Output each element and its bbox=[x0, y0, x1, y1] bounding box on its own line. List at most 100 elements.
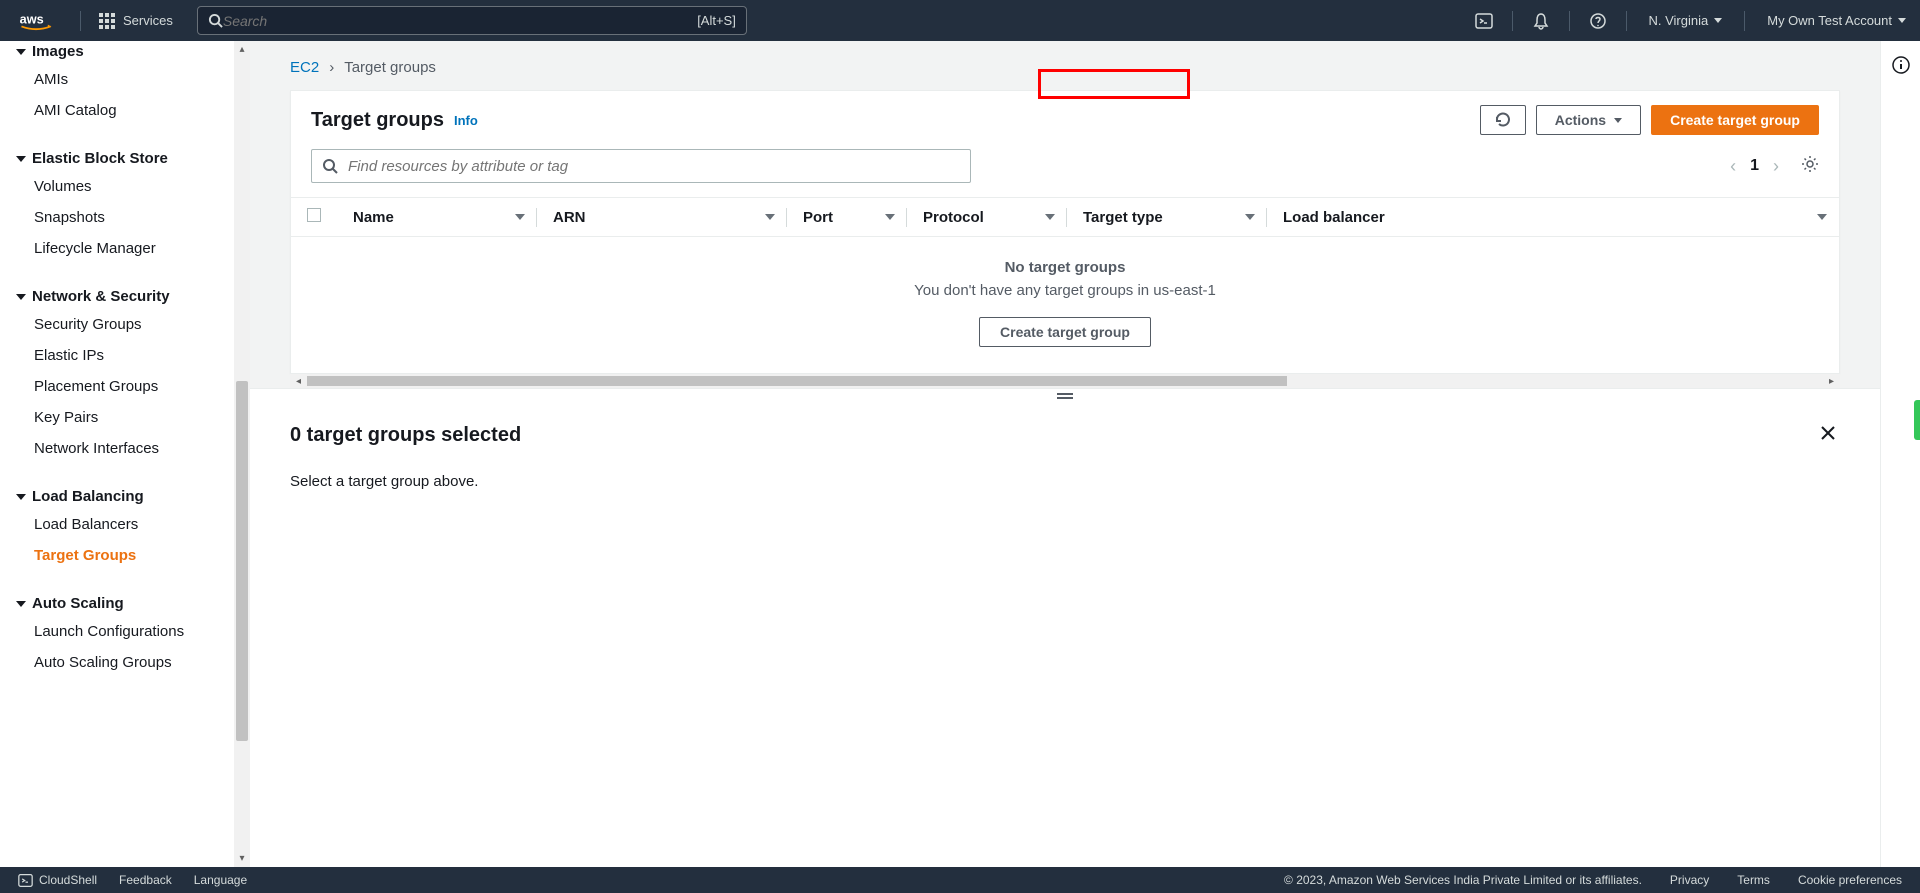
sidebar-section-load-balancing[interactable]: Load Balancing bbox=[0, 478, 250, 509]
sidebar-section-ebs[interactable]: Elastic Block Store bbox=[0, 140, 250, 171]
scroll-up-arrow[interactable]: ▴ bbox=[234, 41, 250, 58]
empty-create-button[interactable]: Create target group bbox=[979, 317, 1151, 347]
search-input[interactable] bbox=[223, 13, 697, 29]
col-load-balancer[interactable]: Load balancer bbox=[1267, 198, 1839, 237]
sidebar-item-launch-configurations[interactable]: Launch Configurations bbox=[0, 616, 250, 647]
sidebar-item-amis[interactable]: AMIs bbox=[0, 64, 250, 95]
sidebar-item-snapshots[interactable]: Snapshots bbox=[0, 202, 250, 233]
sidebar-section-network[interactable]: Network & Security bbox=[0, 278, 250, 309]
drag-handle-icon bbox=[1057, 393, 1073, 395]
col-port[interactable]: Port bbox=[787, 198, 907, 237]
info-icon bbox=[1891, 55, 1911, 75]
divider bbox=[1744, 11, 1745, 31]
info-button[interactable] bbox=[1891, 55, 1911, 80]
main-content: EC2 › Target groups Target groups Info A… bbox=[250, 41, 1880, 867]
footer-copyright: © 2023, Amazon Web Services India Privat… bbox=[1284, 873, 1642, 887]
region-selector[interactable]: N. Virginia bbox=[1635, 0, 1737, 41]
scroll-thumb[interactable] bbox=[236, 381, 248, 741]
refresh-icon bbox=[1495, 112, 1511, 128]
footer-privacy[interactable]: Privacy bbox=[1670, 873, 1709, 887]
sidebar-item-target-groups[interactable]: Target Groups bbox=[0, 540, 250, 571]
sidebar-section-images[interactable]: Images bbox=[0, 41, 250, 64]
sidebar-item-network-interfaces[interactable]: Network Interfaces bbox=[0, 433, 250, 464]
caret-down-icon bbox=[1898, 18, 1906, 23]
sidebar-item-auto-scaling-groups[interactable]: Auto Scaling Groups bbox=[0, 647, 250, 678]
footer-feedback[interactable]: Feedback bbox=[119, 873, 172, 887]
sidebar-section-auto-scaling[interactable]: Auto Scaling bbox=[0, 585, 250, 616]
caret-down-icon bbox=[16, 601, 26, 607]
close-button[interactable] bbox=[1816, 420, 1840, 451]
filter-input-wrapper[interactable] bbox=[311, 149, 971, 183]
cloudshell-icon bbox=[1475, 12, 1493, 30]
sort-icon bbox=[765, 214, 775, 220]
select-all-header[interactable] bbox=[291, 198, 337, 237]
footer-terms[interactable]: Terms bbox=[1737, 873, 1770, 887]
pagination: ‹ 1 › bbox=[1730, 155, 1819, 178]
sidebar-item-ami-catalog[interactable]: AMI Catalog bbox=[0, 95, 250, 126]
sort-icon bbox=[1245, 214, 1255, 220]
global-search[interactable]: [Alt+S] bbox=[197, 6, 747, 35]
aws-logo[interactable]: aws bbox=[18, 11, 54, 31]
section-label: Images bbox=[32, 43, 84, 60]
refresh-button[interactable] bbox=[1480, 105, 1526, 135]
sort-icon bbox=[1045, 214, 1055, 220]
sidebar-item-elastic-ips[interactable]: Elastic IPs bbox=[0, 340, 250, 371]
footer-cookie[interactable]: Cookie preferences bbox=[1798, 873, 1902, 887]
close-icon bbox=[1820, 425, 1836, 441]
right-rail bbox=[1880, 41, 1920, 867]
sort-icon bbox=[515, 214, 525, 220]
account-selector[interactable]: My Own Test Account bbox=[1753, 0, 1920, 41]
search-icon bbox=[322, 158, 338, 174]
section-label: Elastic Block Store bbox=[32, 150, 168, 167]
panel-splitter[interactable] bbox=[250, 388, 1880, 402]
caret-down-icon bbox=[16, 156, 26, 162]
col-arn[interactable]: ARN bbox=[537, 198, 787, 237]
next-page-button[interactable]: › bbox=[1773, 156, 1779, 177]
section-label: Network & Security bbox=[32, 288, 170, 305]
sidebar-item-placement-groups[interactable]: Placement Groups bbox=[0, 371, 250, 402]
caret-down-icon bbox=[1714, 18, 1722, 23]
scroll-left-arrow[interactable]: ◂ bbox=[290, 374, 307, 388]
col-target-type[interactable]: Target type bbox=[1067, 198, 1267, 237]
sidebar-item-key-pairs[interactable]: Key Pairs bbox=[0, 402, 250, 433]
divider bbox=[80, 11, 81, 31]
footer-language[interactable]: Language bbox=[194, 873, 247, 887]
help-icon bbox=[1589, 12, 1607, 30]
sidebar-item-volumes[interactable]: Volumes bbox=[0, 171, 250, 202]
create-target-group-button[interactable]: Create target group bbox=[1651, 105, 1819, 135]
account-label: My Own Test Account bbox=[1767, 13, 1892, 28]
help-button[interactable] bbox=[1578, 0, 1618, 41]
sidebar-item-load-balancers[interactable]: Load Balancers bbox=[0, 509, 250, 540]
col-name[interactable]: Name bbox=[337, 198, 537, 237]
settings-button[interactable] bbox=[1801, 155, 1819, 178]
scroll-thumb[interactable] bbox=[307, 376, 1287, 386]
checkbox[interactable] bbox=[307, 208, 321, 222]
filter-input[interactable] bbox=[348, 158, 960, 175]
sidebar-item-lifecycle-manager[interactable]: Lifecycle Manager bbox=[0, 233, 250, 264]
notifications-button[interactable] bbox=[1521, 0, 1561, 41]
footer: CloudShell Feedback Language © 2023, Ama… bbox=[0, 867, 1920, 893]
scroll-right-arrow[interactable]: ▸ bbox=[1823, 374, 1840, 388]
info-link[interactable]: Info bbox=[454, 113, 478, 128]
svg-text:aws: aws bbox=[20, 11, 44, 26]
breadcrumb-root[interactable]: EC2 bbox=[290, 59, 319, 76]
panel-title: Target groups bbox=[311, 109, 444, 132]
services-button[interactable]: Services bbox=[89, 13, 183, 29]
detail-title: 0 target groups selected bbox=[290, 424, 521, 447]
sidebar: Images AMIs AMI Catalog Elastic Block St… bbox=[0, 41, 250, 867]
cloudshell-icon-button[interactable] bbox=[1464, 0, 1504, 41]
sidebar-scrollbar[interactable]: ▴ ▾ bbox=[234, 41, 250, 867]
horizontal-scrollbar[interactable]: ◂ ▸ bbox=[290, 374, 1840, 388]
prev-page-button[interactable]: ‹ bbox=[1730, 156, 1736, 177]
col-protocol[interactable]: Protocol bbox=[907, 198, 1067, 237]
actions-button[interactable]: Actions bbox=[1536, 105, 1641, 135]
scroll-down-arrow[interactable]: ▾ bbox=[234, 850, 250, 867]
footer-cloudshell[interactable]: CloudShell bbox=[18, 873, 97, 888]
services-label: Services bbox=[123, 13, 173, 28]
sidebar-item-security-groups[interactable]: Security Groups bbox=[0, 309, 250, 340]
empty-text: You don't have any target groups in us-e… bbox=[291, 282, 1839, 299]
detail-panel: 0 target groups selected Select a target… bbox=[250, 402, 1880, 867]
page-number: 1 bbox=[1750, 157, 1759, 175]
side-indicator bbox=[1914, 400, 1920, 440]
caret-down-icon bbox=[1614, 118, 1622, 123]
